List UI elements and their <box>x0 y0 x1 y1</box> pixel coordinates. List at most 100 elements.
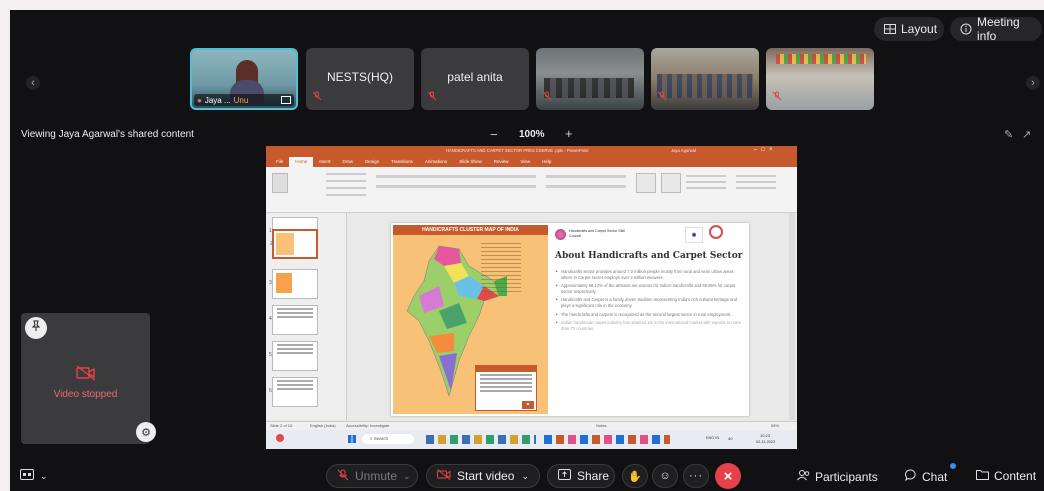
bullet-item: Approximately 56.13% of the artisans are… <box>555 283 741 294</box>
menu-item[interactable]: Insert <box>313 157 336 167</box>
slide-bullets: Handicrafts sector provides around 7.0 m… <box>555 269 741 334</box>
slide-thumbnails-pane: 1 2 3 4 5 6 <box>266 213 347 420</box>
chevron-down-icon: ⌄ <box>403 470 411 481</box>
participant-badge: Unu <box>233 95 249 105</box>
raise-hand-button[interactable]: ✋ <box>622 464 648 488</box>
slide-logo-text: Handicrafts and Carpet Sector Skill Coun… <box>569 229 625 238</box>
slide-scrollbar[interactable] <box>789 213 795 420</box>
slide-heading: About Handicrafts and Carpet Sector <box>555 251 743 261</box>
meeting-info-button[interactable]: Meeting info <box>950 15 1042 43</box>
ppt-title: HANDICRAFTS AND CARPET SECTOR PRES CSERV… <box>446 148 589 153</box>
start-video-button[interactable]: Start video ⌄ <box>426 464 540 488</box>
menu-item[interactable]: Design <box>359 157 385 167</box>
expand-icon[interactable]: ↗ <box>1022 128 1031 141</box>
chat-icon <box>905 469 917 484</box>
paste-icon[interactable] <box>272 173 288 193</box>
annotate-icon[interactable]: ✎ <box>1004 128 1013 141</box>
arrange-icon[interactable] <box>661 173 681 193</box>
layout-button[interactable]: Layout <box>874 17 944 41</box>
share-icon <box>558 469 571 483</box>
slide-thumbnail[interactable]: 4 <box>269 305 318 335</box>
pin-button[interactable] <box>25 317 47 339</box>
shapes-icon[interactable] <box>636 173 656 193</box>
slide-thumbnail[interactable]: 3 <box>269 269 318 299</box>
menu-item[interactable]: Help <box>536 157 557 167</box>
mic-off-icon <box>542 88 552 106</box>
menu-item[interactable]: View <box>514 157 536 167</box>
taskbar-search-label: Search <box>373 436 389 441</box>
menu-item[interactable]: Slide Show <box>453 157 488 167</box>
window-controls[interactable]: –□× <box>754 147 776 153</box>
chat-button[interactable]: Chat <box>905 463 956 484</box>
content-label: Content <box>994 469 1037 483</box>
windows-taskbar: ⌕ Search ENG IN 40 10:23 02-11-2023 <box>266 430 797 449</box>
participants-icon <box>797 469 810 484</box>
participant-tile[interactable] <box>536 48 644 110</box>
slide-thumbnail-selected[interactable]: 2 <box>270 229 318 259</box>
menu-item[interactable]: Home <box>289 157 314 167</box>
slide-thumbnail[interactable]: 5 <box>269 341 318 371</box>
mic-off-icon <box>312 88 322 106</box>
status-accessibility[interactable]: Accessibility: Investigate <box>346 423 389 428</box>
meeting-window: Layout Meeting info ‹ › ● Jaya ... Unu N… <box>10 10 1044 491</box>
share-button[interactable]: Share <box>547 464 615 488</box>
start-icon[interactable] <box>348 435 356 443</box>
close-icon: × <box>723 467 733 485</box>
menu-item[interactable]: Animations <box>419 157 453 167</box>
ppt-title-bar: HANDICRAFTS AND CARPET SECTOR PRES CSERV… <box>266 146 797 157</box>
chevron-right-icon: › <box>1031 77 1035 89</box>
weather-icon[interactable] <box>276 434 284 442</box>
bullet-item: Indian handmade carpet industry has atta… <box>555 320 741 331</box>
reactions-button[interactable]: ☺ <box>652 464 678 488</box>
taskbar-search[interactable]: ⌕ Search <box>362 434 414 444</box>
status-zoom: 68% <box>771 423 780 428</box>
mic-off-icon: ● <box>197 95 202 105</box>
leave-meeting-button[interactable]: × <box>715 463 741 489</box>
menu-item[interactable]: Draw <box>337 157 360 167</box>
menu-item[interactable]: Transitions <box>385 157 419 167</box>
ppt-user: Jaya Agarwal <box>671 148 696 153</box>
participants-button[interactable]: Participants <box>797 469 878 484</box>
chat-label: Chat <box>922 469 948 484</box>
slide-canvas: HANDICRAFTS CLUSTER MAP OF INDIA Handicr… <box>391 223 749 416</box>
status-notes[interactable]: Notes <box>596 423 606 428</box>
menu-item[interactable]: File <box>270 157 289 167</box>
zoom-out-button[interactable]: − <box>490 127 498 142</box>
participant-tile[interactable] <box>651 48 759 110</box>
taskbar-app-icons[interactable] <box>426 435 536 444</box>
participant-tile[interactable]: patel anita <box>421 48 529 110</box>
viewing-label: Viewing Jaya Agarwal's shared content <box>21 129 194 140</box>
folder-icon <box>976 469 989 483</box>
taskbar-lang: ENG IN <box>706 436 720 440</box>
slide-thumbnail[interactable]: 6 <box>269 377 318 407</box>
status-slide-number: Slide 2 of 15 <box>270 423 293 428</box>
self-view-settings-button[interactable]: ⚙ <box>136 422 156 442</box>
participant-tile[interactable]: ● Jaya ... Unu <box>190 48 298 110</box>
taskbar-time: 10:23 <box>760 433 771 438</box>
share-screen-icon <box>281 96 291 104</box>
ppt-status-bar: Slide 2 of 15 English (India) Accessibil… <box>266 421 797 430</box>
next-participants-button[interactable]: › <box>1026 76 1040 90</box>
participant-tile[interactable] <box>766 48 874 110</box>
taskbar-weather: 40 <box>728 436 733 441</box>
bullet-item: Handicrafts and Carpet is a family drive… <box>555 297 741 308</box>
mic-off-icon <box>427 88 437 106</box>
video-off-icon <box>76 365 96 386</box>
content-button[interactable]: Content <box>976 469 1036 483</box>
layout-icon <box>884 24 896 34</box>
participant-name: NESTS(HQ) <box>327 70 393 84</box>
classroom-video <box>657 74 753 98</box>
mic-off-icon <box>337 469 349 484</box>
menu-item[interactable]: Review <box>488 157 515 167</box>
view-options-button[interactable]: ⌄ <box>20 469 48 483</box>
chevron-down-icon: ⌄ <box>521 470 529 481</box>
bullet-item: The handicrafts and carpets is recognize… <box>555 312 741 318</box>
more-options-button[interactable]: ··· <box>683 464 709 488</box>
zoom-in-button[interactable]: + <box>565 126 573 141</box>
unmute-button[interactable]: Unmute ⌄ <box>326 464 418 488</box>
taskbar-app-icons[interactable] <box>544 435 670 444</box>
ncvet-logo <box>709 225 723 239</box>
prev-participants-button[interactable]: ‹ <box>26 76 40 90</box>
participant-tile[interactable]: NESTS(HQ) <box>306 48 414 110</box>
participant-name: Jaya ... <box>204 95 231 105</box>
